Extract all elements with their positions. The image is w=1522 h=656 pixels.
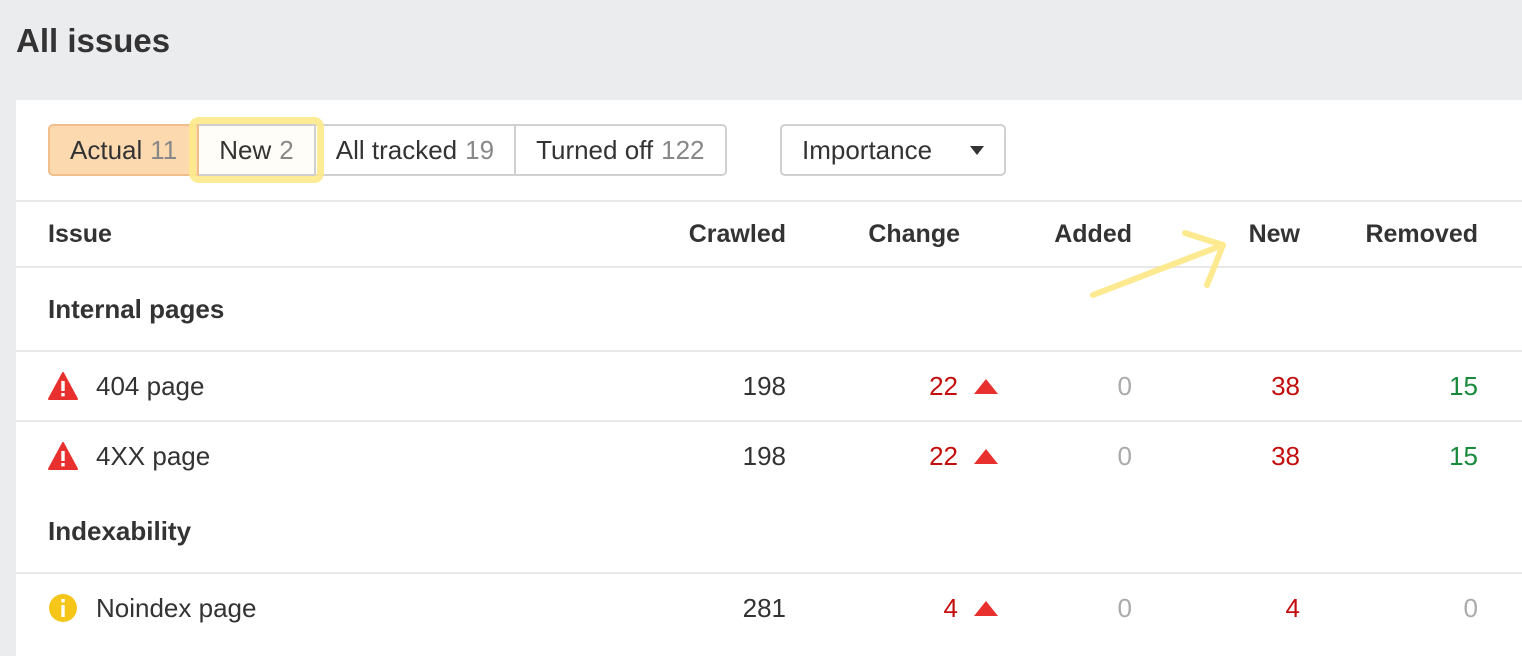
issue-link[interactable]: 4XX page xyxy=(96,441,210,472)
added-value: 0 xyxy=(1117,592,1132,623)
tab-count: 2 xyxy=(279,134,294,165)
info-circle-icon xyxy=(49,594,77,622)
change-value: 4 xyxy=(944,574,998,642)
tab-turned-off[interactable]: Turned off 122 xyxy=(516,124,727,176)
issue-cell: Noindex page xyxy=(48,574,256,642)
error-triangle-icon xyxy=(48,372,78,400)
group-title: Internal pages xyxy=(48,293,225,324)
group-title: Indexability xyxy=(48,515,192,546)
change-number: 4 xyxy=(943,592,958,623)
column-header-added[interactable]: Added xyxy=(1054,202,1132,266)
issue-cell: 404 page xyxy=(48,352,204,420)
dropdown-label: Importance xyxy=(802,134,933,165)
table-header: Issue Crawled Change Added New Removed xyxy=(16,202,1522,268)
tab-count: 11 xyxy=(150,134,178,165)
issues-table: Issue Crawled Change Added New Removed I… xyxy=(16,202,1522,642)
issue-cell: 4XX page xyxy=(48,422,210,490)
new-value[interactable]: 38 xyxy=(1271,422,1300,490)
crawled-value[interactable]: 198 xyxy=(743,352,786,420)
group-row-internal-pages: Internal pages xyxy=(16,268,1522,352)
tab-label: Turned off xyxy=(536,134,654,165)
error-triangle-icon xyxy=(48,442,78,470)
page-title: All issues xyxy=(16,22,171,59)
table-row[interactable]: 404 page 198 22 0 38 15 xyxy=(16,352,1522,422)
issues-panel: Actual 11 New 2 All tracked 19 Turned of… xyxy=(16,100,1522,656)
tab-label: New xyxy=(219,134,272,165)
triangle-up-icon xyxy=(974,378,998,394)
triangle-up-icon xyxy=(974,600,998,616)
tab-label: Actual xyxy=(70,134,143,165)
column-header-change[interactable]: Change xyxy=(868,202,960,266)
removed-value: 0 xyxy=(1463,592,1478,623)
change-number: 22 xyxy=(929,440,958,471)
column-header-removed[interactable]: Removed xyxy=(1365,202,1478,266)
new-value[interactable]: 38 xyxy=(1271,352,1300,420)
column-header-issue[interactable]: Issue xyxy=(48,202,112,266)
table-row[interactable]: Noindex page 281 4 0 4 0 xyxy=(16,574,1522,642)
tab-count: 19 xyxy=(465,134,495,165)
crawled-value[interactable]: 198 xyxy=(743,422,786,490)
crawled-value[interactable]: 281 xyxy=(743,574,786,642)
tab-label: All tracked xyxy=(335,134,458,165)
issue-link[interactable]: Noindex page xyxy=(96,593,256,624)
issue-link[interactable]: 404 page xyxy=(96,371,204,402)
tab-count: 122 xyxy=(661,134,705,165)
change-value: 22 xyxy=(929,352,998,420)
triangle-up-icon xyxy=(974,448,998,464)
issue-filter-tabs: Actual 11 New 2 All tracked 19 Turned of… xyxy=(48,117,727,183)
change-number: 22 xyxy=(929,370,958,401)
added-value: 0 xyxy=(1117,440,1132,471)
column-header-new[interactable]: New xyxy=(1249,202,1300,266)
column-header-crawled[interactable]: Crawled xyxy=(689,202,786,266)
table-row[interactable]: 4XX page 198 22 0 38 15 xyxy=(16,422,1522,490)
removed-value[interactable]: 15 xyxy=(1449,352,1478,420)
change-value: 22 xyxy=(929,422,998,490)
removed-value[interactable]: 15 xyxy=(1449,422,1478,490)
added-value: 0 xyxy=(1117,370,1132,401)
caret-down-icon xyxy=(970,145,984,155)
tab-actual[interactable]: Actual 11 xyxy=(48,124,200,176)
tab-all-tracked[interactable]: All tracked 19 xyxy=(315,124,517,176)
group-row-indexability: Indexability xyxy=(16,490,1522,574)
tab-new[interactable]: New 2 xyxy=(189,117,325,183)
new-value[interactable]: 4 xyxy=(1286,574,1300,642)
importance-dropdown[interactable]: Importance xyxy=(780,124,1006,176)
